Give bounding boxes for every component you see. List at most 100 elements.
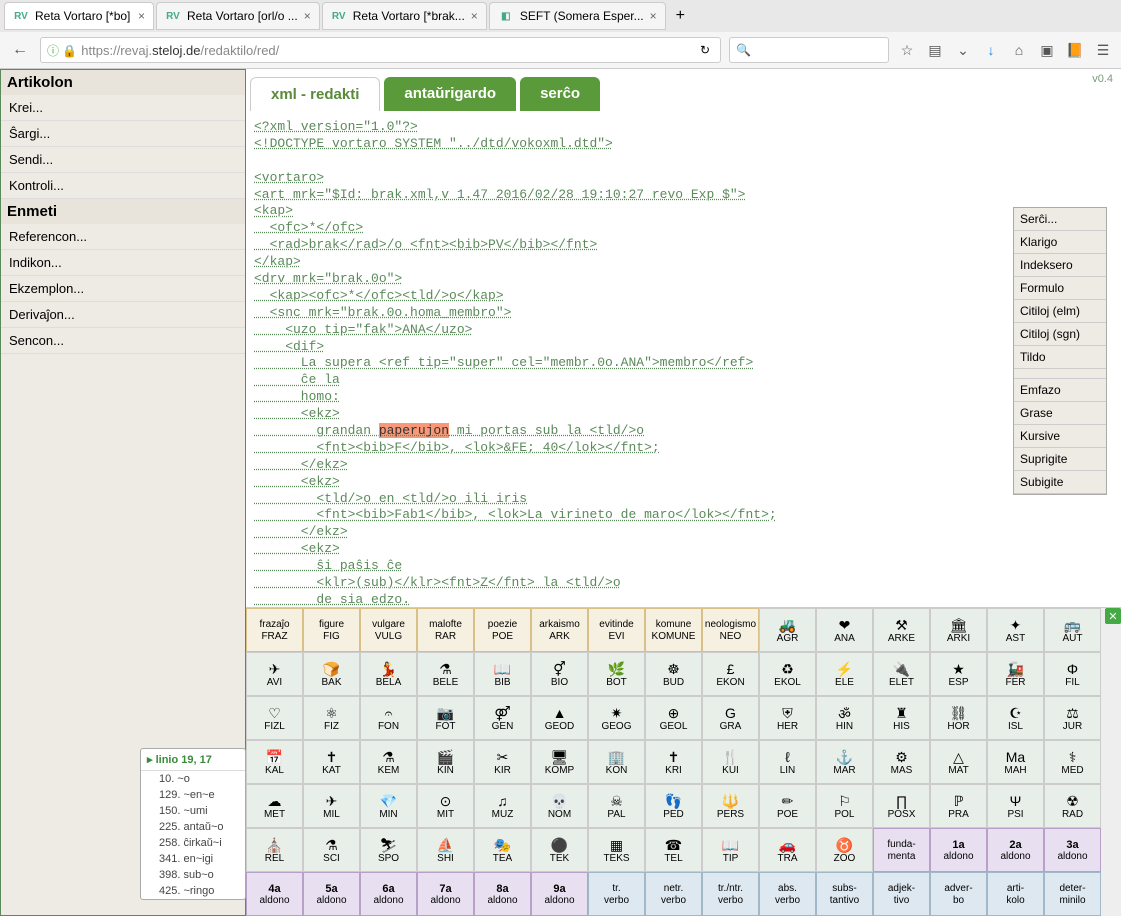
right-panel-item[interactable]: Klarigo [1014,231,1106,254]
tab-close-icon[interactable]: × [471,9,478,23]
grid-cell-FER[interactable]: 🚂FER [987,652,1044,696]
grid-cell-EKOL[interactable]: ♻EKOL [759,652,816,696]
grid-cell-BELA[interactable]: 💃BELA [360,652,417,696]
linio-item[interactable]: 10. ~o [141,771,245,787]
tab-close-icon[interactable]: × [138,9,145,23]
grid-cell-aldono[interactable]: 1aaldono [930,828,987,872]
grid-cell-tantivo[interactable]: subs-tantivo [816,872,873,916]
sidebar-item[interactable]: Indikon... [1,250,245,276]
sidebar-item[interactable]: Sencon... [1,328,245,354]
grid-cell-KOMUNE[interactable]: komuneKOMUNE [645,608,702,652]
grid-cell-EKON[interactable]: £EKON [702,652,759,696]
window-icon[interactable]: ▣ [1037,40,1057,60]
right-panel-item[interactable]: Citiloj (elm) [1014,300,1106,323]
grid-cell-GEN[interactable]: ⚤GEN [474,696,531,740]
browser-tab[interactable]: RVReta Vortaro [*brak...× [322,2,487,30]
grid-cell-SHI[interactable]: ⛵SHI [417,828,474,872]
tab-close-icon[interactable]: × [304,9,311,23]
tab-antaurigardo[interactable]: antaŭrigardo [384,77,516,111]
sidebar-item[interactable]: Derivaĵon... [1,302,245,328]
right-panel-item[interactable]: Grase [1014,402,1106,425]
grid-cell-HER[interactable]: ⛨HER [759,696,816,740]
grid-cell-REL[interactable]: ⛪REL [246,828,303,872]
grid-cell-TEA[interactable]: 🎭TEA [474,828,531,872]
grid-cell-MUZ[interactable]: ♫MUZ [474,784,531,828]
linio-header[interactable]: ▸ linio 19, 17 [141,749,245,771]
grid-cell-aldono[interactable]: 2aaldono [987,828,1044,872]
linio-item[interactable]: 341. en~igi [141,851,245,867]
sidebar-item[interactable]: Krei... [1,95,245,121]
grid-cell-FRAZ[interactable]: frazaĵoFRAZ [246,608,303,652]
tab-xml-redakti[interactable]: xml - redakti [250,77,380,111]
grid-cell-HOR[interactable]: ⛓HOR [930,696,987,740]
grid-cell-GRA[interactable]: GGRA [702,696,759,740]
grid-cell-FIZL[interactable]: ♡FIZL [246,696,303,740]
linio-item[interactable]: 129. ~en~e [141,787,245,803]
right-panel-item[interactable]: Formulo [1014,277,1106,300]
grid-cell-kolo[interactable]: arti-kolo [987,872,1044,916]
grid-cell-MIT[interactable]: ⊙MIT [417,784,474,828]
grid-cell-MAR[interactable]: ⚓MAR [816,740,873,784]
grid-cell-ARKI[interactable]: 🏛ARKI [930,608,987,652]
right-panel-item[interactable]: Serĉi... [1014,208,1106,231]
list-icon[interactable]: ▤ [925,40,945,60]
grid-cell-AVI[interactable]: ✈AVI [246,652,303,696]
linio-item[interactable]: 225. antaŭ~o [141,819,245,835]
grid-cell-POE[interactable]: poeziePOE [474,608,531,652]
grid-cell-MET[interactable]: ☁MET [246,784,303,828]
grid-cell-KAT[interactable]: ✝KAT [303,740,360,784]
sidebar-item[interactable]: Referencon... [1,224,245,250]
tab-sercho[interactable]: serĉo [520,77,600,111]
right-panel-item[interactable]: Kursive [1014,425,1106,448]
right-panel-item[interactable]: Emfazo [1014,379,1106,402]
grid-cell-ESP[interactable]: ★ESP [930,652,987,696]
search-box[interactable]: 🔍 [729,37,889,63]
grid-cell-aldono[interactable]: 3aaldono [1044,828,1101,872]
sidebar-item[interactable]: Sendi... [1,147,245,173]
right-panel-item[interactable]: Citiloj (sgn) [1014,323,1106,346]
grid-cell-menta[interactable]: funda-menta [873,828,930,872]
grid-cell-NOM[interactable]: 💀NOM [531,784,588,828]
grid-cell-KIR[interactable]: ✂KIR [474,740,531,784]
right-panel-item[interactable]: Subigite [1014,471,1106,494]
grid-cell-BIO[interactable]: ⚥BIO [531,652,588,696]
sidebar-item[interactable]: Ŝargi... [1,121,245,147]
grid-cell-KUI[interactable]: 🍴KUI [702,740,759,784]
star-icon[interactable]: ☆ [897,40,917,60]
grid-cell-PED[interactable]: 👣PED [645,784,702,828]
grid-cell-VULG[interactable]: vulgareVULG [360,608,417,652]
grid-cell-ZOO[interactable]: ♉ZOO [816,828,873,872]
grid-cell-aldono[interactable]: 6aaldono [360,872,417,916]
browser-tab[interactable]: ◧SEFT (Somera Esper...× [489,2,666,30]
grid-cell-PAL[interactable]: ☠PAL [588,784,645,828]
grid-cell-BAK[interactable]: 🍞BAK [303,652,360,696]
reload-button[interactable]: ↻ [696,43,714,57]
grid-cell-BOT[interactable]: 🌿BOT [588,652,645,696]
grid-cell-BIB[interactable]: 📖BIB [474,652,531,696]
grid-cell-KOMP[interactable]: 🖥KOMP [531,740,588,784]
menu-icon[interactable]: ☰ [1093,40,1113,60]
grid-cell-GEOL[interactable]: ⊕GEOL [645,696,702,740]
grid-cell-minilo[interactable]: deter-minilo [1044,872,1101,916]
grid-cell-PERS[interactable]: 🔱PERS [702,784,759,828]
tab-close-icon[interactable]: × [650,9,657,23]
right-panel-item[interactable]: Suprigite [1014,448,1106,471]
right-panel-item[interactable]: Tildo [1014,346,1106,369]
grid-cell-MAS[interactable]: ⚙MAS [873,740,930,784]
grid-cell-aldono[interactable]: 7aaldono [417,872,474,916]
grid-cell-FIG[interactable]: figureFIG [303,608,360,652]
linio-item[interactable]: 150. ~umi [141,803,245,819]
xml-editor[interactable]: <?xml version="1.0"?> <!DOCTYPE vortaro … [246,111,1121,607]
grid-cell-TEL[interactable]: ☎TEL [645,828,702,872]
grid-cell-TEK[interactable]: ⚫TEK [531,828,588,872]
grid-cell-ANA[interactable]: ❤ANA [816,608,873,652]
grid-cell-AST[interactable]: ✦AST [987,608,1044,652]
book-icon[interactable]: 📙 [1065,40,1085,60]
grid-cell-ELET[interactable]: 🔌ELET [873,652,930,696]
linio-item[interactable]: 398. sub~o [141,867,245,883]
grid-cell-KAL[interactable]: 📅KAL [246,740,303,784]
grid-cell-EVI[interactable]: evitindeEVI [588,608,645,652]
grid-cell-POSX[interactable]: ∏POSX [873,784,930,828]
grid-cell-POE[interactable]: ✏POE [759,784,816,828]
grid-cell-KIN[interactable]: 🎬KIN [417,740,474,784]
